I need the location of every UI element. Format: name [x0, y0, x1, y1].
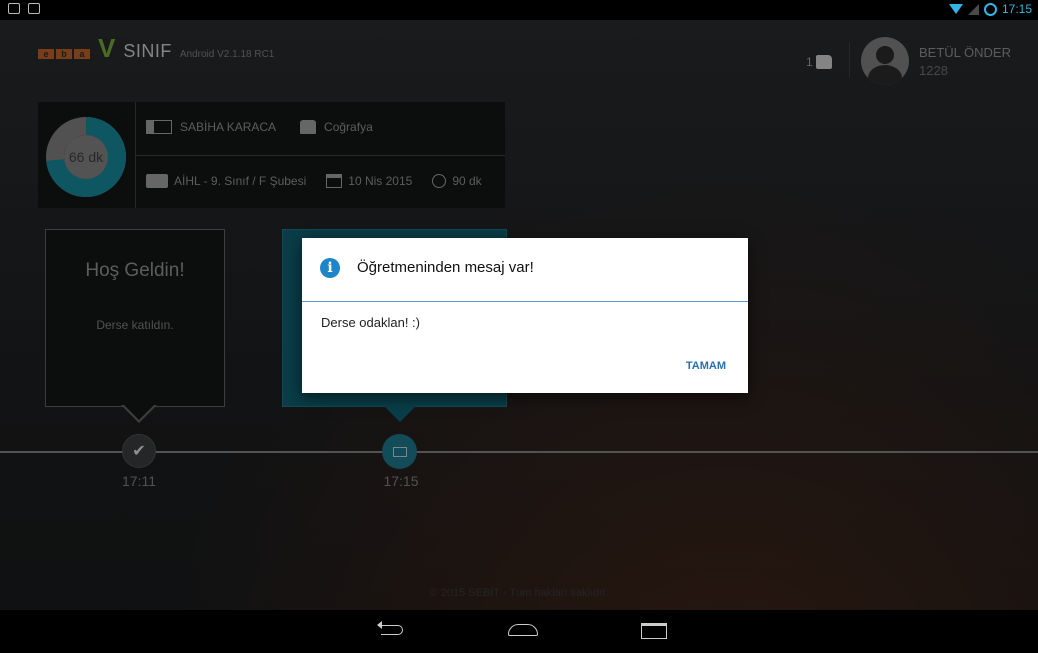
back-icon[interactable]	[377, 621, 403, 635]
gallery-notification-icon	[8, 3, 20, 14]
info-icon: i	[320, 258, 340, 278]
wifi-icon	[948, 4, 963, 14]
android-notification-icon	[28, 3, 40, 14]
status-time: 17:15	[1001, 2, 1032, 16]
recent-apps-icon[interactable]	[641, 623, 667, 639]
teacher-message-dialog: i Öğretmeninden mesaj var! Derse odaklan…	[302, 238, 748, 393]
sync-icon	[983, 2, 997, 16]
ok-button[interactable]: TAMAM	[686, 360, 726, 372]
signal-icon	[967, 3, 979, 15]
dialog-title: Öğretmeninden mesaj var!	[357, 259, 534, 276]
status-indicators: 17:15	[948, 2, 1032, 16]
status-notifications	[8, 3, 40, 14]
dialog-message: Derse odaklan! :)	[321, 315, 420, 330]
home-icon[interactable]	[508, 624, 538, 636]
app-screen: 17:15 eba V SINIF Android V2.1.18 RC1 1 …	[0, 0, 1038, 653]
dialog-separator	[302, 301, 748, 302]
navigation-bar	[0, 610, 1038, 653]
status-bar: 17:15	[0, 0, 1038, 20]
